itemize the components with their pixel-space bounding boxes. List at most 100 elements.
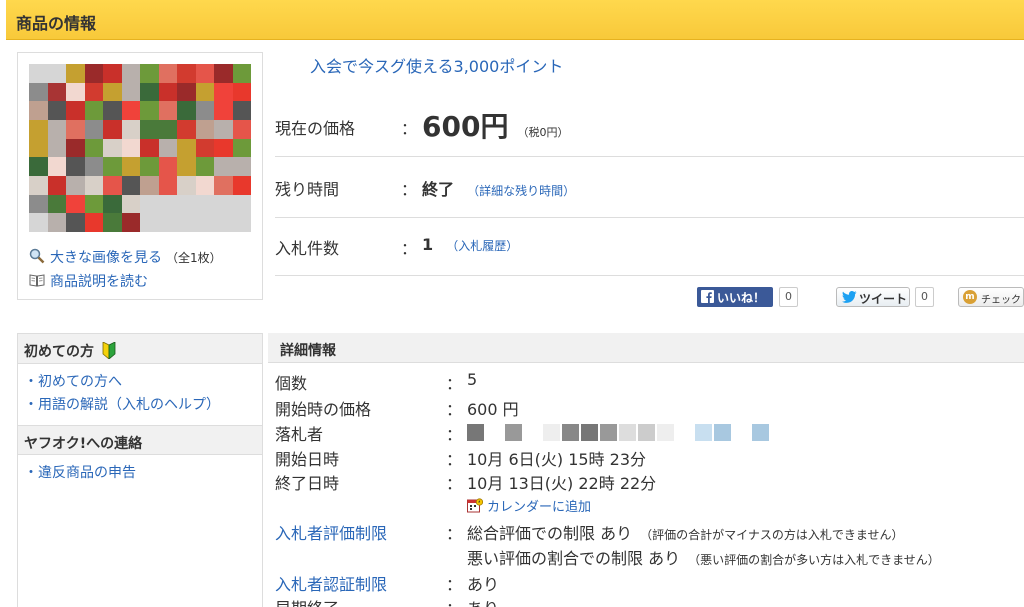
read-description-link[interactable]: 商品説明を読む — [50, 274, 148, 290]
redaction-block — [619, 424, 636, 441]
image-mosaic-tile — [47, 213, 67, 232]
image-mosaic-tile — [177, 176, 196, 195]
sidebar: 初めての方 ・初めての方へ ・用語の解説（入札のヘルプ） ヤフオク!への連絡 ・… — [17, 333, 263, 607]
end-date-value: 10月 13日(火) 22時 22分 — [467, 474, 657, 493]
facebook-icon — [701, 290, 714, 303]
image-mosaic-tile — [140, 138, 159, 158]
image-mosaic-tile — [66, 213, 85, 232]
image-mosaic-tile — [177, 194, 196, 214]
image-mosaic-tile — [232, 138, 251, 158]
image-mosaic-tile — [214, 194, 233, 214]
image-mosaic-tile — [29, 176, 48, 195]
membership-promo-link[interactable]: 入会で今スグ使える3,000ポイント — [310, 53, 563, 77]
mixi-check-label: チェック — [981, 295, 1021, 306]
start-date-label: 開始日時 — [275, 450, 340, 469]
image-mosaic-tile — [140, 64, 159, 83]
image-mosaic-tile — [214, 82, 233, 102]
enlarge-image-row: 大きな画像を見る （全1枚） — [29, 247, 222, 267]
section-header: 商品の情報 — [6, 0, 1024, 40]
rating-limit-total: 総合評価での制限 あり （評価の合計がマイナスの方は入札できません） — [467, 524, 904, 543]
image-mosaic-tile — [140, 120, 159, 139]
image-mosaic-tile — [158, 138, 178, 158]
image-mosaic-tile — [177, 213, 196, 232]
redaction-block — [600, 424, 617, 441]
image-mosaic-tile — [29, 82, 48, 102]
add-to-calendar-row: カレンダーに追加 — [467, 496, 591, 515]
bid-history-link[interactable]: （入札履歴） — [446, 239, 518, 253]
start-price-label: 開始時の価格 — [275, 400, 372, 419]
image-mosaic-tile — [140, 157, 159, 177]
book-icon — [29, 272, 45, 288]
beginner-mark-icon — [102, 341, 116, 360]
image-mosaic-tile — [121, 101, 141, 121]
redaction-block — [486, 424, 503, 441]
image-mosaic-tile — [232, 213, 251, 232]
redaction-block — [562, 424, 579, 441]
image-mosaic-tile — [177, 64, 196, 83]
calendar-icon — [467, 498, 484, 513]
image-mosaic-tile — [214, 64, 233, 83]
image-mosaic-tile — [103, 64, 122, 83]
bidder-rating-limit-label[interactable]: 入札者評価制限 — [275, 520, 387, 544]
detailed-remaining-time-link[interactable]: （詳細な残り時間） — [467, 184, 575, 198]
image-mosaic-tile — [158, 64, 178, 83]
colon: ： — [401, 239, 418, 258]
enlarge-image-link[interactable]: 大きな画像を見る — [50, 250, 162, 266]
image-mosaic-tile — [121, 82, 141, 102]
add-to-calendar-link[interactable]: カレンダーに追加 — [487, 500, 591, 515]
image-mosaic-tile — [195, 157, 215, 177]
redaction-block — [467, 424, 484, 441]
image-mosaic-tile — [232, 194, 251, 214]
image-mosaic-tile — [121, 176, 141, 195]
redaction-block — [657, 424, 674, 441]
image-mosaic-tile — [29, 194, 48, 214]
remaining-time-value-group: 終了 （詳細な残り時間） — [422, 176, 575, 200]
image-mosaic-tile — [84, 213, 104, 232]
image-mosaic-tile — [121, 213, 141, 232]
image-mosaic-tile — [29, 101, 48, 121]
sidebar-item-beginners[interactable]: ・初めての方へ — [24, 371, 122, 391]
tweet-button[interactable]: ツイート — [836, 287, 910, 307]
image-mosaic-tile — [140, 194, 159, 214]
colon: ： — [446, 450, 463, 469]
early-end-label: 早期終了 — [275, 595, 339, 607]
mixi-check-button[interactable]: m チェック — [958, 287, 1024, 307]
redaction-block — [543, 424, 560, 441]
image-mosaic-tile — [47, 138, 67, 158]
bid-count-value-group: 1 （入札履歴） — [422, 235, 518, 254]
colon: ： — [446, 575, 463, 594]
image-mosaic-tile — [140, 82, 159, 102]
bid-count-label: 入札件数 — [275, 239, 340, 258]
image-mosaic-tile — [195, 82, 215, 102]
redaction-block — [695, 424, 712, 441]
bid-count-value: 1 — [422, 235, 434, 254]
remaining-time-label: 残り時間 — [275, 180, 340, 199]
image-mosaic-tile — [121, 64, 141, 83]
quantity-value: 5 — [467, 370, 478, 389]
image-mosaic-tile — [66, 176, 85, 195]
image-mosaic-tile — [84, 157, 104, 177]
image-mosaic-tile — [66, 101, 85, 121]
winner-label: 落札者 — [275, 425, 324, 444]
bidder-verification-limit-label[interactable]: 入札者認証制限 — [275, 571, 387, 595]
image-mosaic-tile — [232, 176, 251, 195]
colon: ： — [446, 595, 462, 607]
image-mosaic-tile — [195, 64, 215, 83]
image-mosaic-tile — [103, 213, 122, 232]
remaining-time-value: 終了 — [422, 180, 455, 199]
image-mosaic-tile — [232, 157, 251, 177]
bid-count-row: 入札件数 ： 1 （入札履歴） — [275, 218, 1024, 276]
image-mosaic-tile — [29, 138, 48, 158]
sidebar-item-report-violation[interactable]: ・違反商品の申告 — [24, 462, 136, 482]
image-mosaic-tile — [158, 176, 178, 195]
image-mosaic-tile — [47, 120, 67, 139]
image-mosaic-tile — [66, 194, 85, 214]
facebook-like-button[interactable]: いいね！ — [697, 287, 773, 307]
contact-heading: ヤフオク!への連絡 — [18, 425, 262, 455]
colon: ： — [446, 374, 463, 393]
facebook-like-count: 0 — [779, 287, 798, 307]
image-mosaic-tile — [66, 82, 85, 102]
sidebar-item-glossary[interactable]: ・用語の解説（入札のヘルプ） — [24, 394, 220, 414]
product-image[interactable] — [29, 64, 251, 232]
image-mosaic-tile — [177, 138, 196, 158]
